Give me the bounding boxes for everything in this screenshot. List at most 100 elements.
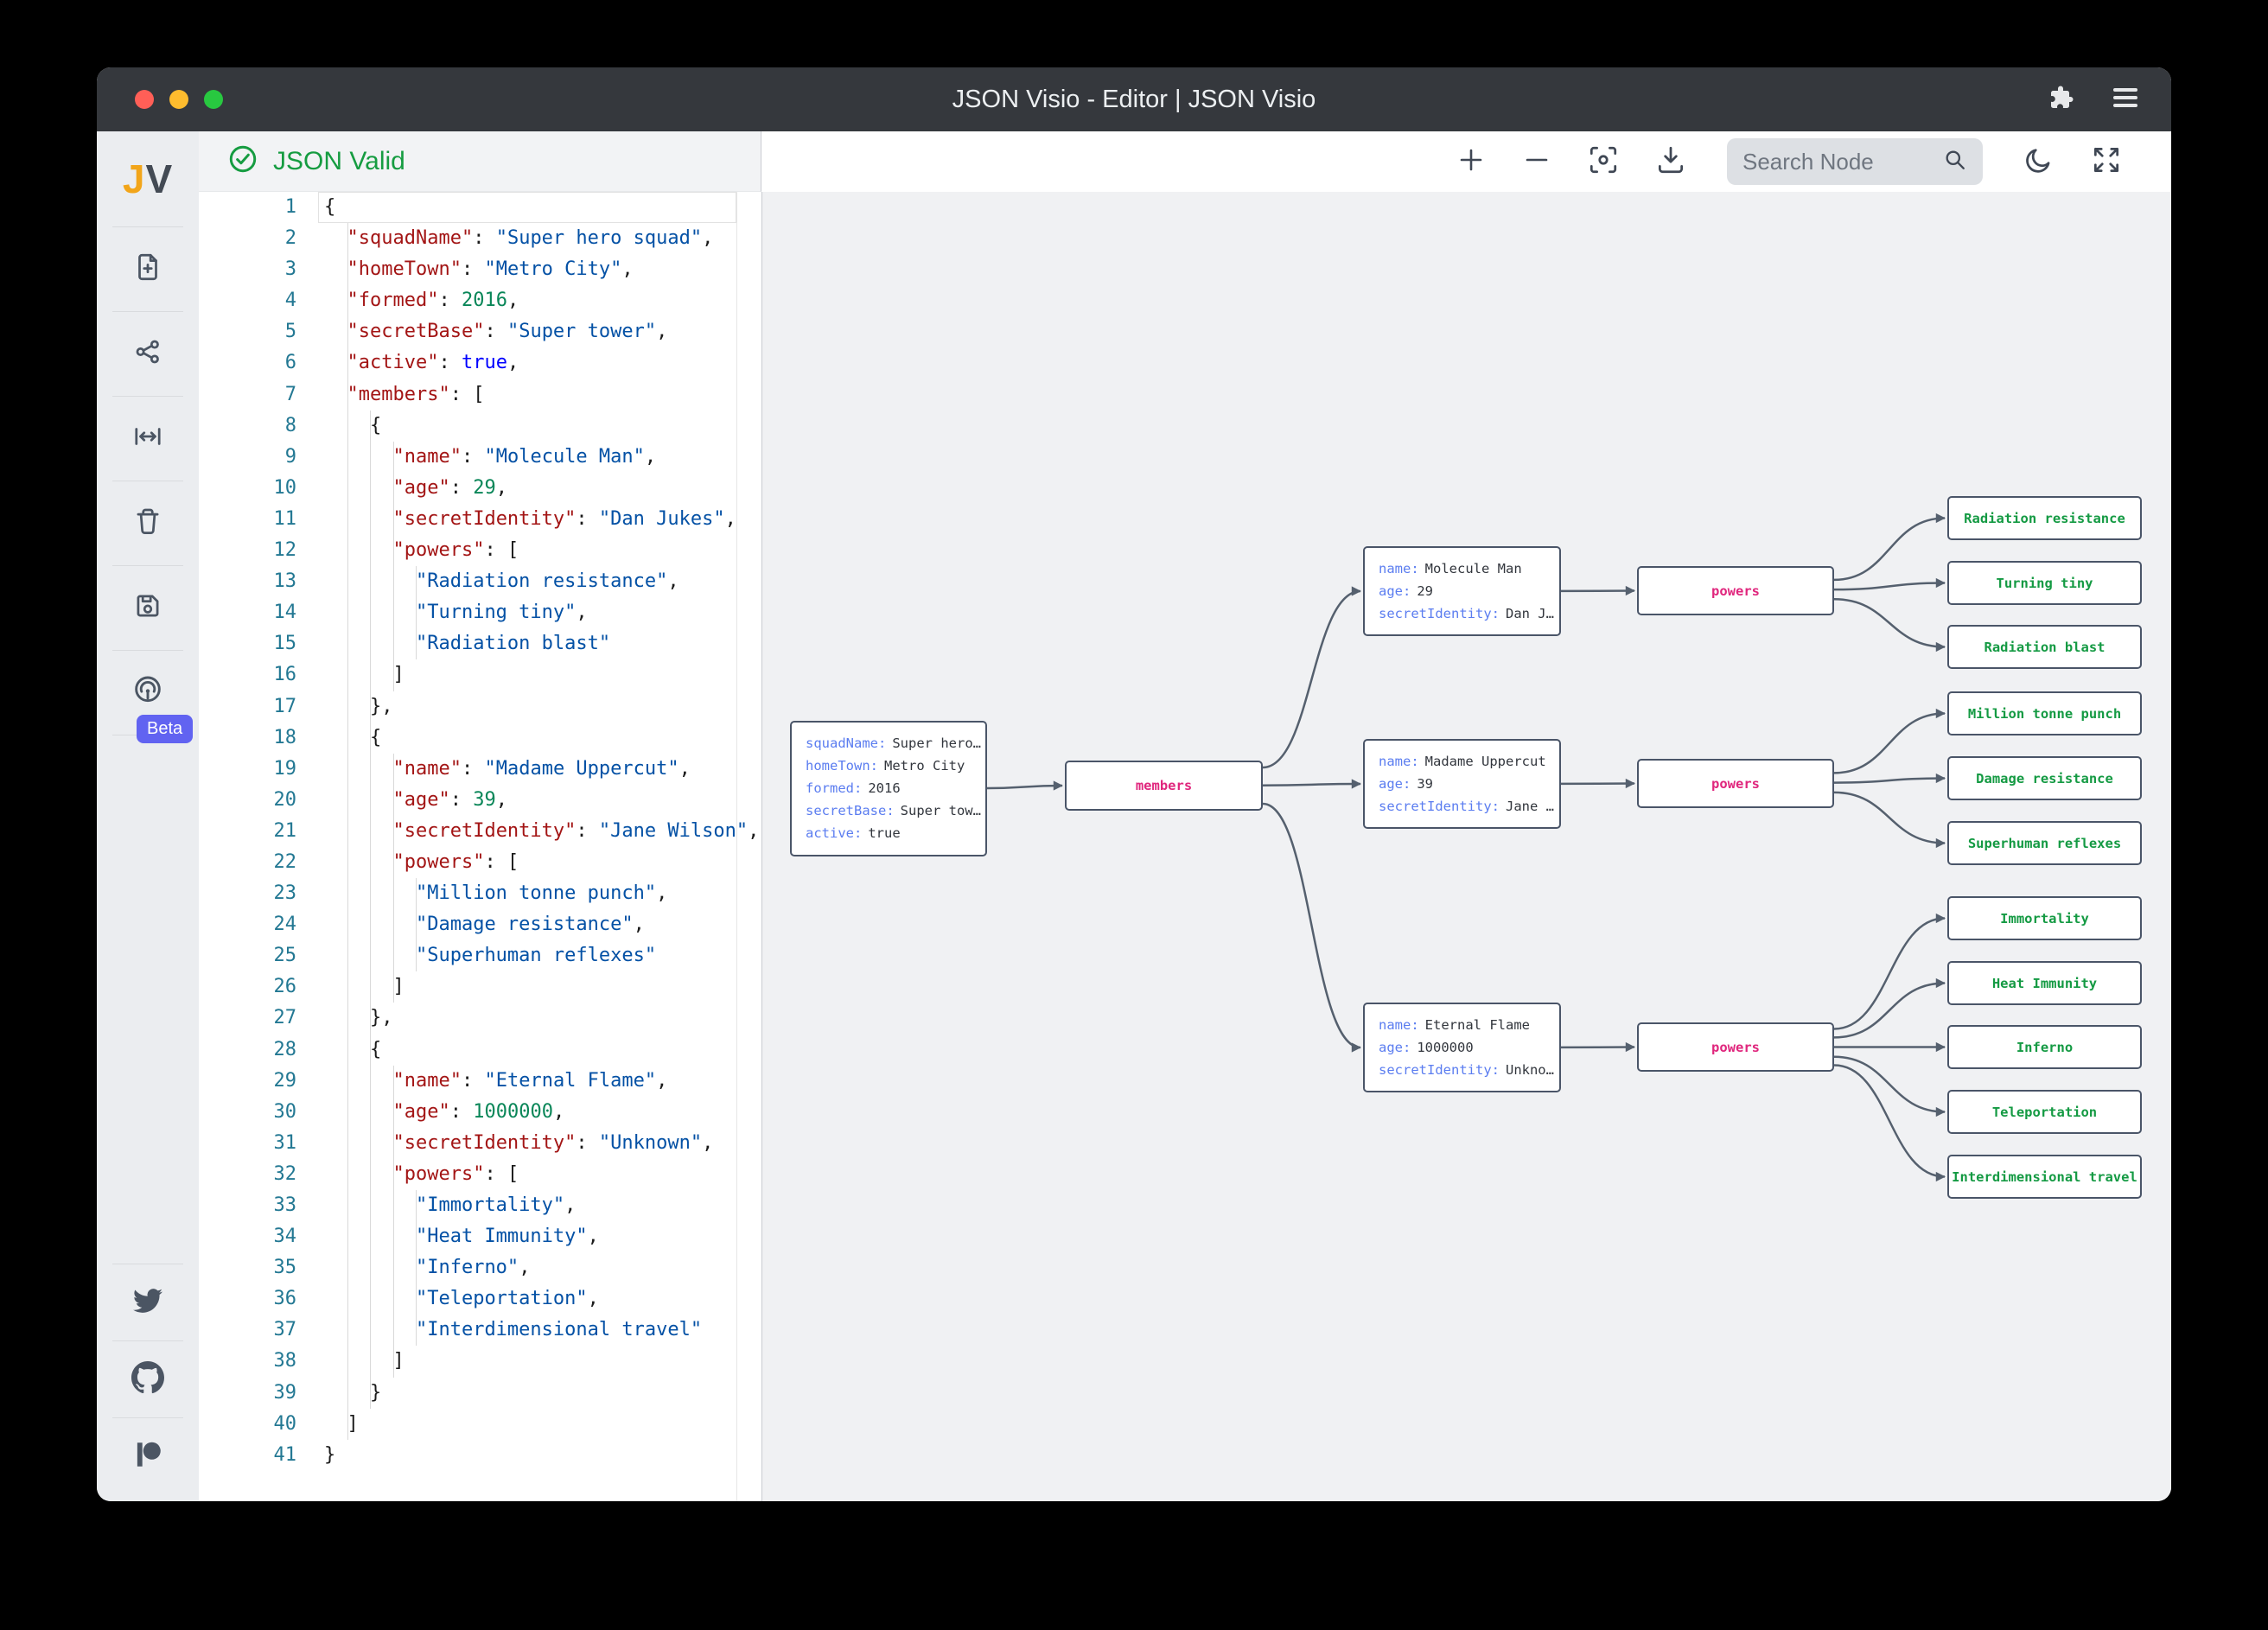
graph-node-m1[interactable]: name:Molecule Manage:29secretIdentity:Da…	[1363, 546, 1561, 636]
graph-node-l3a[interactable]: Immortality	[1947, 896, 2142, 940]
search-icon[interactable]	[1941, 146, 1969, 178]
graph-canvas[interactable]: squadName:Super hero…homeTown:Metro City…	[762, 192, 2171, 1501]
node-label: powers	[1711, 776, 1760, 792]
line-number: 8	[199, 411, 315, 442]
graph-node-l3c[interactable]: Inferno	[1947, 1025, 2142, 1069]
code-line-34: "Heat Immunity",	[324, 1221, 761, 1252]
graph-edge-p3-l3d	[1834, 1057, 1945, 1112]
graph-edge-members-m2	[1263, 784, 1360, 786]
center-view-button[interactable]	[1587, 143, 1620, 181]
github-icon	[131, 1361, 164, 1398]
sidebar-item-twitter[interactable]	[97, 1264, 199, 1340]
line-number: 34	[199, 1221, 315, 1252]
graph-node-members[interactable]: members	[1065, 761, 1263, 811]
indent-guide	[347, 1128, 348, 1159]
graph-node-l3b[interactable]: Heat Immunity	[1947, 961, 2142, 1005]
editor-scrollbar-rule	[736, 192, 737, 1501]
indent-guide	[347, 847, 348, 878]
line-number: 15	[199, 628, 315, 659]
menu-icon[interactable]	[2111, 86, 2140, 114]
graph-node-l3d[interactable]: Teleportation	[1947, 1090, 2142, 1134]
sidebar-item-live-transform[interactable]: Beta	[97, 651, 199, 735]
graph-node-root[interactable]: squadName:Super hero…homeTown:Metro City…	[790, 721, 987, 856]
indent-guide	[370, 1346, 371, 1377]
node-label: members	[1136, 778, 1192, 793]
save-icon	[131, 589, 164, 627]
indent-guide	[393, 1315, 394, 1346]
indent-guide	[393, 442, 394, 473]
graph-node-m2[interactable]: name:Madame Uppercutage:39secretIdentity…	[1363, 739, 1561, 829]
fullscreen-button[interactable]	[2090, 143, 2123, 181]
line-number: 31	[199, 1128, 315, 1159]
indent-guide	[393, 785, 394, 816]
node-row: homeTown:Metro City	[806, 755, 985, 777]
zoom-in-button[interactable]	[1456, 144, 1487, 180]
fit-width-icon	[131, 420, 164, 457]
indent-guide	[370, 1128, 371, 1159]
graph-node-l1c[interactable]: Radiation blast	[1947, 625, 2142, 669]
extension-puzzle-icon[interactable]	[2047, 84, 2074, 116]
sidebar-item-patreon[interactable]	[97, 1418, 199, 1494]
graph-edge-p1-l1b	[1834, 583, 1945, 590]
dark-mode-toggle[interactable]	[2023, 143, 2055, 181]
indent-guide	[370, 535, 371, 566]
node-row: secretIdentity:Jane …	[1379, 795, 1559, 818]
line-number: 36	[199, 1283, 315, 1315]
indent-guide	[370, 1283, 371, 1315]
graph-node-p2[interactable]: powers	[1637, 759, 1834, 808]
indent-guide	[347, 1221, 348, 1252]
sidebar-item-github[interactable]	[97, 1341, 199, 1417]
graph-node-p3[interactable]: powers	[1637, 1022, 1834, 1072]
indent-guide	[393, 1159, 394, 1190]
graph-node-l3e[interactable]: Interdimensional travel	[1947, 1155, 2142, 1199]
indent-guide	[370, 909, 371, 940]
sidebar-item-save[interactable]	[97, 566, 199, 650]
indent-guide	[393, 1097, 394, 1128]
sidebar-item-new-document[interactable]	[97, 227, 199, 311]
indent-guide	[347, 1315, 348, 1346]
node-label: Inferno	[2016, 1040, 2073, 1055]
indent-guide	[347, 878, 348, 909]
indent-guide	[370, 1035, 371, 1066]
zoom-out-button[interactable]	[1521, 144, 1552, 180]
app-logo[interactable]: JV	[97, 131, 199, 226]
sidebar-item-graph-view[interactable]	[97, 312, 199, 396]
download-button[interactable]	[1654, 143, 1687, 181]
graph-node-l2c[interactable]: Superhuman reflexes	[1947, 821, 2142, 865]
graph-edge-p3-l3e	[1834, 1066, 1945, 1177]
indent-guide	[393, 535, 394, 566]
graph-node-p1[interactable]: powers	[1637, 566, 1834, 615]
json-code-editor[interactable]: 1234567891011121314151617181920212223242…	[199, 192, 762, 1501]
graph-node-l2b[interactable]: Damage resistance	[1947, 756, 2142, 800]
line-number: 26	[199, 971, 315, 1003]
indent-guide	[370, 723, 371, 754]
indent-guide	[370, 878, 371, 909]
indent-guide	[416, 1283, 417, 1315]
graph-node-l1b[interactable]: Turning tiny	[1947, 561, 2142, 605]
twitter-icon	[131, 1286, 165, 1320]
new-document-icon	[131, 251, 164, 288]
editor-code: { "squadName": "Super hero squad", "home…	[324, 192, 761, 1471]
sidebar-item-fit-width[interactable]	[97, 397, 199, 481]
indent-guide	[416, 566, 417, 597]
line-number: 25	[199, 940, 315, 971]
indent-guide	[347, 628, 348, 659]
sidebar-item-clear-json[interactable]	[97, 481, 199, 565]
code-line-39: }	[324, 1378, 761, 1409]
line-number: 1	[199, 192, 315, 223]
code-line-33: "Immortality",	[324, 1190, 761, 1221]
code-line-40: ]	[324, 1409, 761, 1440]
indent-guide	[347, 535, 348, 566]
indent-guide	[393, 1252, 394, 1283]
indent-guide	[347, 754, 348, 785]
graph-node-m3[interactable]: name:Eternal Flameage:1000000secretIdent…	[1363, 1003, 1561, 1092]
graph-node-l1a[interactable]: Radiation resistance	[1947, 496, 2142, 540]
indent-guide	[370, 628, 371, 659]
code-line-14: "Turning tiny",	[324, 597, 761, 628]
search-node-input[interactable]	[1741, 148, 1941, 176]
code-line-31: "secretIdentity": "Unknown",	[324, 1128, 761, 1159]
code-line-36: "Teleportation",	[324, 1283, 761, 1315]
line-number: 32	[199, 1159, 315, 1190]
graph-node-l2a[interactable]: Million tonne punch	[1947, 691, 2142, 735]
line-number: 29	[199, 1066, 315, 1097]
